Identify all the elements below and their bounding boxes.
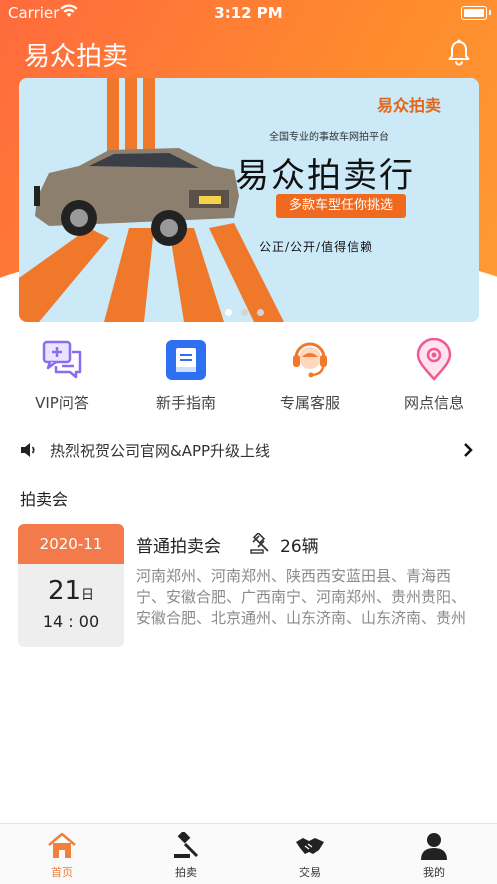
quick-entry-vip[interactable]: VIP问答 [0, 338, 124, 413]
quick-entry-outlets[interactable]: 网点信息 [372, 337, 496, 413]
gavel-icon [171, 830, 201, 860]
quick-entries: VIP问答 新手指南 专属客服 网点信息 [0, 337, 497, 418]
quick-entry-label: 网点信息 [403, 394, 464, 412]
tab-label: 拍卖 [175, 866, 197, 879]
banner-logo: 易众拍卖 [377, 96, 442, 115]
section-title: 拍卖会 [20, 490, 69, 509]
auction-month: 2020-11 [18, 524, 124, 564]
auction-day-unit: 日 [81, 588, 95, 603]
vip-chat-icon [40, 338, 84, 382]
carousel-dot[interactable] [257, 309, 264, 316]
notice-bar[interactable]: 热烈祝贺公司官网&APP升级上线 [0, 432, 497, 468]
chevron-right-icon[interactable] [462, 442, 474, 462]
page-title: 易众拍卖 [24, 42, 129, 72]
status-bar: Carrier 3:12 PM [0, 0, 497, 26]
notice-text: 热烈祝贺公司官网&APP升级上线 [50, 442, 271, 460]
speaker-icon [20, 442, 38, 462]
tab-label: 首页 [51, 866, 73, 879]
carousel-indicator[interactable] [225, 301, 273, 320]
banner-subtitle: 全国专业的事故车网拍平台 [269, 132, 389, 143]
gavel-icon [249, 531, 271, 559]
tab-bar: 首页 拍卖 交易 我的 [0, 823, 497, 884]
bell-icon[interactable] [445, 38, 473, 66]
tab-label: 交易 [299, 866, 321, 879]
quick-entry-label: 专属客服 [279, 394, 340, 412]
clock: 3:12 PM [214, 4, 283, 22]
auction-day: 21 [47, 576, 82, 606]
handshake-icon [295, 832, 325, 860]
home-icon [47, 832, 77, 860]
banner-headline: 易众拍卖行 [235, 156, 415, 196]
banner-slogan: 公正/公开/值得信赖 [259, 240, 374, 254]
quick-entry-label: 新手指南 [155, 394, 216, 412]
user-icon [419, 832, 449, 860]
auction-count: 26辆 [280, 537, 319, 557]
carousel-dot[interactable] [225, 309, 232, 316]
customer-service-icon [288, 338, 332, 382]
auction-card[interactable]: 2020-11 21日 14 : 00 普通拍卖会 26辆 河南郑州、河南郑州、… [18, 524, 480, 648]
carousel-dot[interactable] [241, 309, 248, 316]
auction-regions: 河南郑州、河南郑州、陕西西安蓝田县、青海西宁、安徽合肥、广西南宁、河南郑州、贵州… [136, 567, 467, 627]
quick-entry-label: VIP问答 [35, 394, 89, 412]
tab-mine[interactable]: 我的 [372, 832, 496, 880]
auction-date: 2020-11 21日 14 : 00 [18, 524, 124, 647]
guide-book-icon [164, 338, 208, 382]
quick-entry-service[interactable]: 专属客服 [248, 338, 372, 413]
battery-icon [461, 6, 487, 20]
promo-banner[interactable]: 易众拍卖 全国专业的事故车网拍平台 易众拍卖行 多款车型任你挑选 公正/公开/值… [19, 78, 479, 322]
quick-entry-guide[interactable]: 新手指南 [124, 338, 248, 413]
tab-home[interactable]: 首页 [0, 832, 124, 880]
auction-name: 普通拍卖会 [136, 537, 221, 557]
auction-time: 14 : 00 [42, 612, 100, 631]
location-pin-icon [412, 337, 456, 382]
tab-trade[interactable]: 交易 [248, 832, 372, 880]
banner-pill: 多款车型任你挑选 [276, 194, 406, 218]
tab-label: 我的 [423, 866, 445, 879]
tab-auction[interactable]: 拍卖 [124, 830, 248, 880]
